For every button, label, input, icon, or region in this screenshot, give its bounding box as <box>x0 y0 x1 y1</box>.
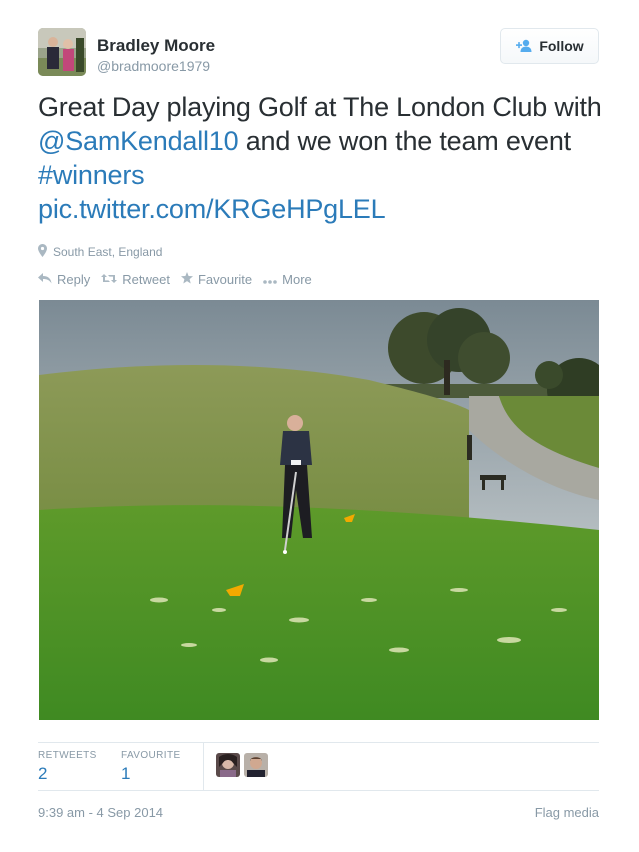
tweet-photo[interactable] <box>39 300 599 720</box>
retweets-stat[interactable]: RETWEETS 2 <box>38 742 121 790</box>
favouriters-avatars <box>216 753 268 777</box>
map-pin-icon <box>38 244 47 260</box>
retweet-button[interactable]: Retweet <box>101 272 170 287</box>
flag-media-link[interactable]: Flag media <box>535 805 599 820</box>
user-handle[interactable]: @bradmoore1979 <box>97 58 210 74</box>
location-label: South East, England <box>53 245 163 259</box>
more-button[interactable]: More <box>263 272 312 287</box>
retweets-label: RETWEETS <box>38 750 97 761</box>
follow-button[interactable]: Follow <box>500 28 599 64</box>
follow-label: Follow <box>539 38 584 54</box>
more-dots-icon <box>263 272 277 287</box>
tweet-timestamp[interactable]: 9:39 am - 4 Sep 2014 <box>38 805 163 820</box>
stats-bottom-divider <box>38 790 599 791</box>
mention-link[interactable]: @SamKendall10 <box>38 126 239 156</box>
favourites-stat[interactable]: FAVOURITE 1 <box>121 742 201 790</box>
retweets-count: 2 <box>38 764 48 783</box>
more-label: More <box>282 272 312 287</box>
user-display-name[interactable]: Bradley Moore <box>97 36 215 56</box>
reply-label: Reply <box>57 272 91 287</box>
tweet-stats: RETWEETS 2 FAVOURITE 1 <box>38 742 201 790</box>
tweet-text-part: Great Day playing Golf at The London Clu… <box>38 92 602 122</box>
star-icon <box>180 272 193 287</box>
favourite-label: Favourite <box>197 272 253 287</box>
hashtag-link[interactable]: #winners <box>38 160 145 190</box>
retweet-icon <box>101 272 118 287</box>
retweet-label: Retweet <box>122 272 170 287</box>
tweet-text: Great Day playing Golf at The London Clu… <box>38 90 608 226</box>
favourites-count: 1 <box>121 764 131 783</box>
tweet-location[interactable]: South East, England <box>38 244 162 260</box>
add-user-icon <box>515 39 533 53</box>
pic-link[interactable]: pic.twitter.com/KRGeHPgLEL <box>38 194 386 224</box>
tweet-text-part: and we won the team event <box>238 126 571 156</box>
avatar[interactable] <box>38 28 86 76</box>
favouriter-avatar[interactable] <box>216 753 240 777</box>
favourites-label: FAVOURITE <box>121 750 181 761</box>
reply-icon <box>38 272 52 287</box>
reply-button[interactable]: Reply <box>38 272 90 287</box>
tweet-actions: Reply Retweet Favourite More <box>38 272 312 287</box>
favourite-button[interactable]: Favourite <box>180 272 253 287</box>
favouriter-avatar[interactable] <box>244 753 268 777</box>
stats-separator <box>203 742 204 790</box>
